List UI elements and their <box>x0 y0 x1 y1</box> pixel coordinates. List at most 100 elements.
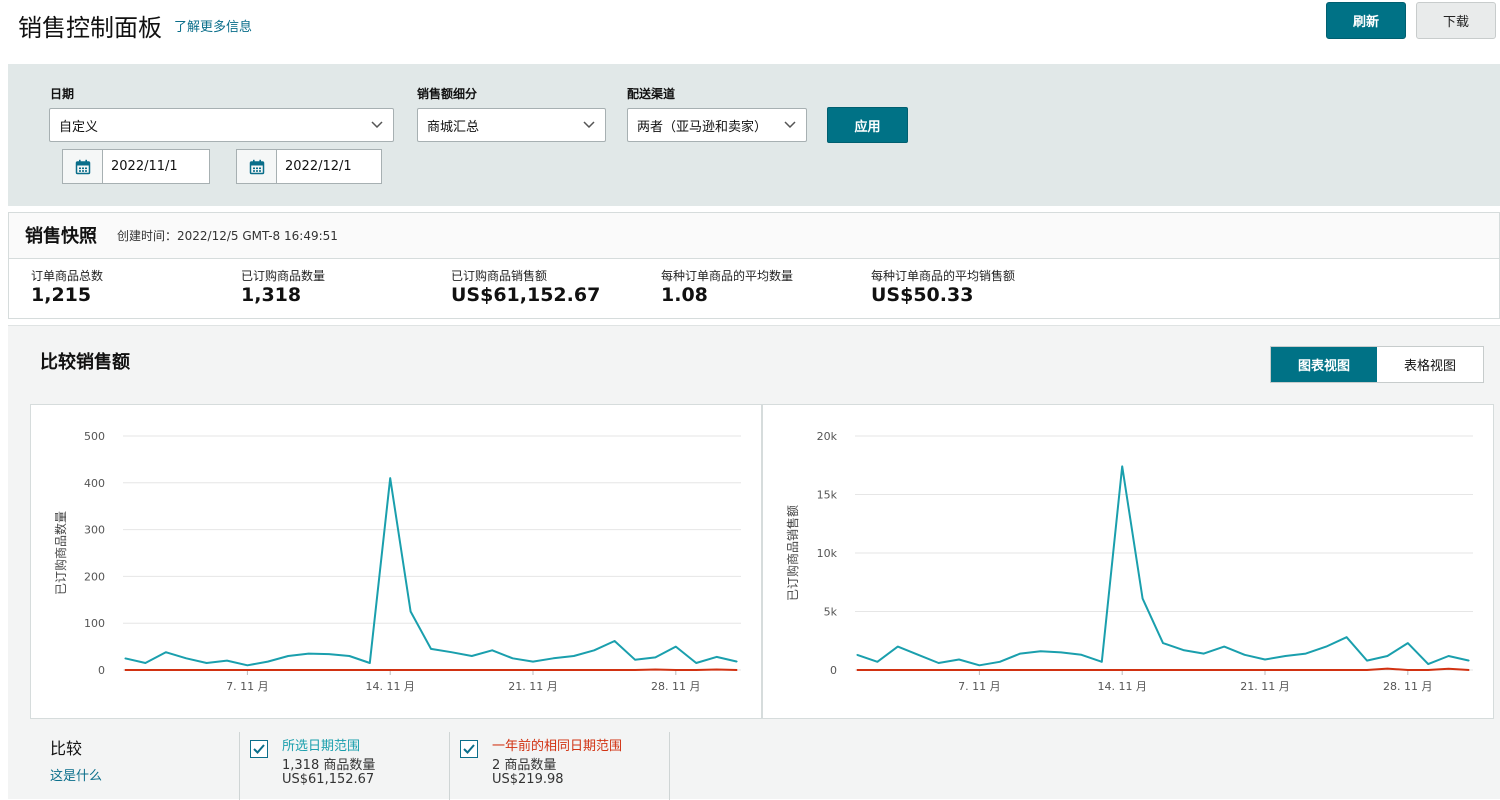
current-range-checkbox[interactable] <box>250 740 268 758</box>
series-line-current[interactable] <box>124 477 738 667</box>
y-tick-label: 15k <box>817 489 838 502</box>
data-point-previous <box>1386 667 1388 670</box>
series-line-current[interactable] <box>856 465 1470 667</box>
data-point-previous <box>978 669 980 671</box>
checkmark-icon <box>253 744 265 754</box>
data-point-current <box>1325 646 1327 648</box>
data-point-previous <box>1448 668 1450 670</box>
y-tick-label: 5k <box>824 606 838 619</box>
data-point-previous <box>654 668 657 671</box>
data-point-current <box>978 664 980 666</box>
data-point-previous <box>736 669 738 671</box>
data-point-previous <box>450 669 452 671</box>
data-point-previous <box>716 668 718 671</box>
data-point-current <box>1080 654 1082 656</box>
data-point-previous <box>389 669 391 671</box>
learn-more-link[interactable]: 了解更多信息 <box>174 16 252 35</box>
data-point-current <box>999 661 1001 663</box>
x-tick-label: 28. 11 月 <box>651 680 700 693</box>
data-point-previous <box>348 669 350 671</box>
data-point-current <box>1386 655 1388 657</box>
data-point-previous <box>675 669 677 671</box>
data-point-current <box>897 646 899 648</box>
metric-ordered-sales: 已订购商品销售额 US$61,152.67 <box>451 267 600 306</box>
metric-value: 1.08 <box>661 284 708 306</box>
data-point-previous <box>1162 669 1164 671</box>
table-view-tab[interactable]: 表格视图 <box>1377 347 1483 382</box>
data-point-previous <box>471 669 473 671</box>
data-point-current <box>1142 598 1144 600</box>
data-point-previous <box>999 669 1001 671</box>
data-point-current <box>1203 653 1205 655</box>
data-point-previous <box>1407 669 1409 671</box>
data-point-current <box>246 664 248 666</box>
data-point-current <box>593 649 595 651</box>
data-point-previous <box>165 669 167 671</box>
channel-select-value: 两者（亚马逊和卖家） <box>637 119 768 135</box>
metric-value: 1,318 <box>241 284 302 306</box>
start-date-value: 2022/11/1 <box>111 159 178 174</box>
compare-title: 比较销售额 <box>40 352 130 373</box>
data-point-previous <box>634 669 636 671</box>
chart-view-tab[interactable]: 图表视图 <box>1271 347 1377 382</box>
data-point-current <box>165 651 167 653</box>
what-is-this-link[interactable]: 这是什么 <box>50 765 102 784</box>
data-point-previous <box>328 669 330 671</box>
data-point-current <box>369 662 371 664</box>
data-point-previous <box>1366 669 1368 671</box>
data-point-current <box>328 653 330 655</box>
end-date-field[interactable]: 2022/12/1 <box>236 149 382 184</box>
data-point-current <box>1040 650 1042 652</box>
end-date-value: 2022/12/1 <box>285 159 352 174</box>
metric-value: US$50.33 <box>871 284 974 306</box>
data-point-previous <box>532 669 534 671</box>
checkmark-icon <box>463 744 475 754</box>
x-tick-label: 21. 11 月 <box>1240 680 1289 693</box>
metric-label: 已订购商品销售额 <box>451 269 548 283</box>
date-select[interactable]: 自定义 <box>49 108 394 142</box>
calendar-icon[interactable] <box>237 150 277 183</box>
page-title: 销售控制面板 <box>18 14 162 42</box>
data-point-current <box>695 662 697 664</box>
compare-label: 比较 <box>50 739 83 758</box>
sales-chart: 0 5k 10k 15k 20k 7. 11 月 14. 11 月 21. 11 月 28. 1… <box>762 404 1494 719</box>
refresh-button[interactable]: 刷新 <box>1326 2 1406 39</box>
data-point-current <box>308 653 310 655</box>
compare-legend: 比较 这是什么 所选日期范围 1,318 商品数量 US$61,152.67 一… <box>8 726 1500 800</box>
data-point-current <box>1060 651 1062 654</box>
data-point-current <box>267 660 269 663</box>
data-point-previous <box>512 669 514 671</box>
y-axis-label: 已订购商品销售额 <box>785 505 800 601</box>
page-header: 销售控制面板 了解更多信息 刷新 下载 <box>0 0 1500 60</box>
apply-button[interactable]: 应用 <box>827 107 908 143</box>
data-point-current <box>917 654 919 656</box>
data-point-current <box>471 655 473 657</box>
date-label: 日期 <box>50 87 75 101</box>
breakdown-select[interactable]: 商城汇总 <box>417 108 606 142</box>
data-point-current <box>1101 661 1103 663</box>
legend-current-range: 所选日期范围 1,318 商品数量 US$61,152.67 <box>239 732 450 800</box>
data-point-current <box>1223 646 1225 648</box>
chevron-down-icon <box>583 121 595 129</box>
units-chart: 0 100 200 300 400 500 7. 11 月 14. 11 月 21. 11 月 2… <box>30 404 762 719</box>
data-point-previous <box>1264 669 1266 671</box>
metric-label: 每种订单商品的平均销售额 <box>871 269 1016 283</box>
data-point-previous <box>958 669 960 671</box>
start-date-field[interactable]: 2022/11/1 <box>62 149 210 184</box>
snapshot-header: 销售快照 创建时间：2022/12/5 GMT-8 16:49:51 <box>9 213 1499 259</box>
calendar-icon[interactable] <box>63 150 103 183</box>
channel-select[interactable]: 两者（亚马逊和卖家） <box>627 108 807 142</box>
y-tick-label: 100 <box>84 617 105 630</box>
snapshot-title: 销售快照 <box>25 226 97 247</box>
data-point-current <box>1366 660 1368 662</box>
data-point-current <box>654 656 657 658</box>
metric-total-orders: 订单商品总数 1,215 <box>31 267 103 306</box>
data-point-previous <box>876 669 878 671</box>
metric-avg-sales: 每种订单商品的平均销售额 US$50.33 <box>871 267 1015 306</box>
data-point-current <box>552 657 555 659</box>
x-tick-label: 7. 11 月 <box>958 680 1001 693</box>
download-button[interactable]: 下载 <box>1416 2 1496 39</box>
previous-range-checkbox[interactable] <box>460 740 478 758</box>
data-point-current <box>226 660 228 662</box>
data-point-current <box>1305 653 1307 655</box>
